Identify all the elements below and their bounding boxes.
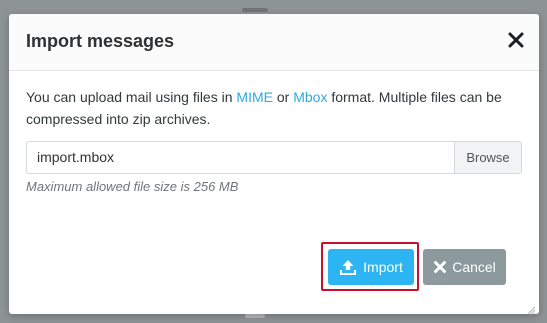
background-element [245,314,265,318]
file-name-input[interactable] [26,141,454,174]
close-icon [507,31,525,49]
upload-icon [339,258,357,276]
description-text: or [272,89,294,105]
mbox-link[interactable]: Mbox [293,89,327,105]
dialog-description: You can upload mail using files in MIME … [26,86,516,130]
close-button[interactable] [507,31,525,49]
dialog-header: Import messages [9,14,539,71]
browse-button[interactable]: Browse [454,141,522,174]
import-button[interactable]: Import [328,249,414,285]
dialog-title: Import messages [26,31,175,51]
background-element [242,8,268,12]
description-text: You can upload mail using files in [26,89,237,105]
file-upload-row: Browse [26,141,522,174]
import-label: Import [363,259,403,275]
file-size-hint: Maximum allowed file size is 256 MB [26,179,239,194]
cancel-button[interactable]: Cancel [423,249,506,285]
mime-link[interactable]: MIME [236,89,273,105]
close-icon [433,260,447,274]
resize-grip-icon[interactable] [527,302,536,315]
cancel-label: Cancel [452,259,496,275]
